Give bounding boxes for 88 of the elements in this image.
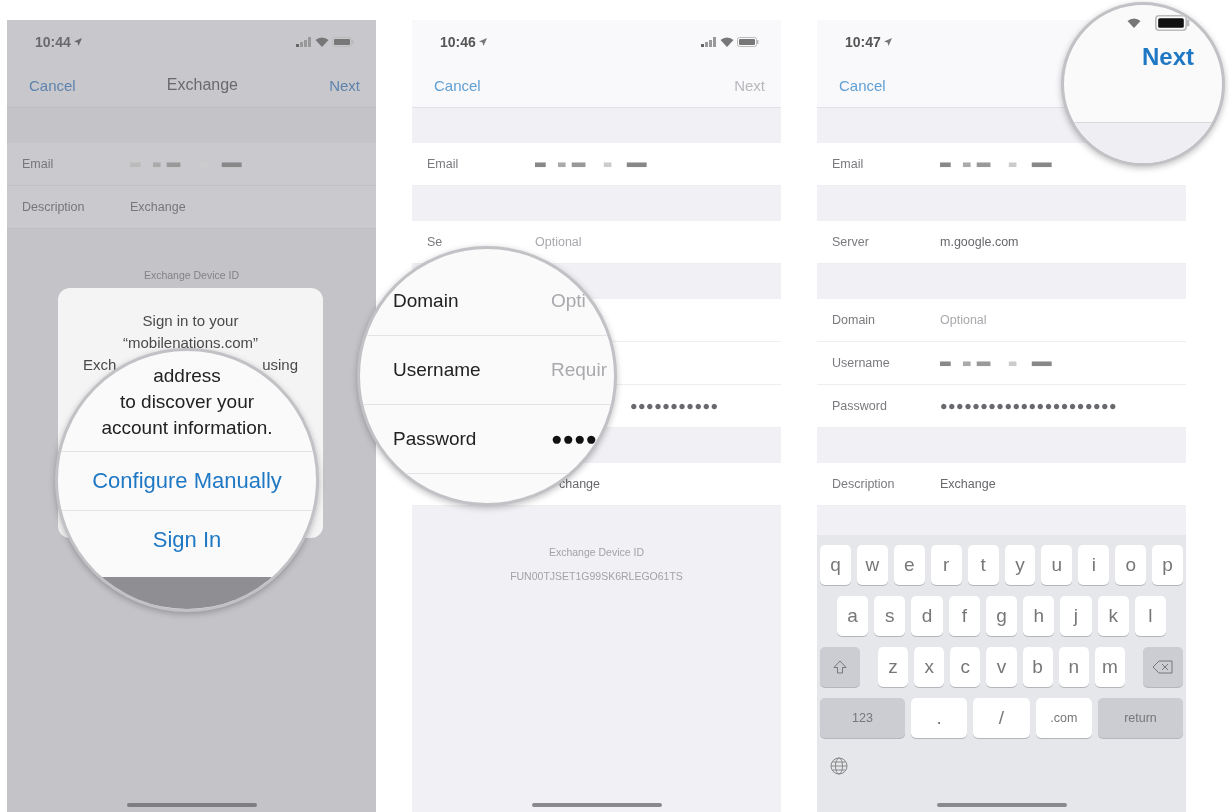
field-label: Username [393,359,482,381]
delete-icon [1152,659,1174,675]
letter-key[interactable]: k [1097,596,1129,636]
signal-icon [701,36,717,47]
cancel-button[interactable]: Cancel [434,76,481,94]
status-time: 10:44 [35,33,71,50]
letter-key[interactable]: i [1078,545,1110,585]
location-arrow-icon [883,37,892,46]
letter-key[interactable]: y [1004,545,1036,585]
letter-key[interactable]: p [1152,545,1184,585]
field-label: Username [832,356,890,370]
field-label: Domain [832,313,876,327]
letter-key[interactable]: l [1134,596,1166,636]
letter-key[interactable]: z [878,647,909,687]
shift-icon [832,659,848,675]
location-arrow-icon [478,37,487,46]
field-label: Password [832,399,887,413]
field-label: Email [427,157,459,171]
wifi-icon [720,36,734,47]
alert-action[interactable]: Configure Manually [58,451,316,510]
alert-message: Exch [83,355,117,375]
password-dots[interactable]: ●●●●●●●●●●● [630,399,719,413]
footer-text: FUN00TJSET1G99SK6RLEGO61TS [510,570,683,582]
alert-message: using [262,355,298,375]
field-label: Server [832,235,869,249]
alert-message: “mobilenations.com” [122,333,259,353]
letter-key[interactable]: u [1041,545,1073,585]
letter-key[interactable]: o [1115,545,1147,585]
next-button[interactable]: Next [1141,43,1194,71]
keyboard-key[interactable]: .com [1035,698,1092,738]
wifi-icon [315,36,329,47]
field-label: Description [22,200,85,214]
password-dots[interactable]: ●●●● [551,428,597,450]
field-label: Description [832,477,895,491]
cancel-button[interactable]: Cancel [839,76,886,94]
alert-action[interactable]: Sign In [58,510,316,569]
battery-icon [737,36,759,47]
alert-message: account information. [101,416,273,440]
next-button[interactable]: Next [329,76,360,94]
status-time: 10:47 [845,33,881,50]
keyboard-key[interactable]: 123 [820,698,905,738]
field-label: Email [22,157,54,171]
letter-key[interactable]: j [1060,596,1092,636]
letter-key[interactable]: a [837,596,869,636]
field-value[interactable]: Exchange [940,477,996,491]
letter-key[interactable]: v [986,647,1017,687]
globe-icon[interactable] [830,757,848,775]
keyboard-key[interactable]: . [911,698,968,738]
alert-message: to discover your [119,390,255,414]
letter-key[interactable]: h [1023,596,1055,636]
letter-key[interactable]: t [967,545,999,585]
wifi-icon [1126,18,1141,28]
field-label: Password [393,428,478,450]
footer-text: Exchange Device ID [548,546,645,558]
letter-key[interactable]: f [948,596,980,636]
field-value[interactable]: m.google.com [940,235,1019,249]
field-label: Email [832,157,864,171]
letter-key[interactable]: g [985,596,1018,636]
letter-key[interactable]: d [911,596,943,636]
cancel-button[interactable]: Cancel [29,76,76,94]
battery-icon [1154,15,1190,31]
letter-key[interactable]: x [914,647,945,687]
letter-key[interactable]: c [950,647,981,687]
field-placeholder[interactable]: Opti [551,290,586,312]
letter-key[interactable]: b [1022,647,1053,687]
keyboard-key[interactable]: return [1098,698,1183,738]
alert-message: Sign in to your [142,311,239,331]
letter-key[interactable]: m [1094,647,1125,687]
battery-icon [332,36,354,47]
password-dots[interactable]: ●●●●●●●●●●●●●●●●●●●●●● [940,399,1118,413]
letter-key[interactable]: w [856,545,888,585]
location-arrow-icon [73,37,82,46]
signal-icon [296,36,312,47]
alert-message: address [153,364,221,388]
letter-key[interactable]: s [874,596,906,636]
nav-title: Exchange [166,76,238,94]
letter-key[interactable]: n [1058,647,1089,687]
field-value[interactable]: change [559,477,600,491]
letter-key[interactable]: e [893,545,925,585]
keyboard-key[interactable]: / [973,698,1030,738]
field-label: Se [427,235,443,249]
letter-key[interactable]: q [820,545,851,585]
field-label: Domain [393,290,460,312]
shift-key[interactable] [820,647,860,687]
delete-key[interactable] [1143,647,1183,687]
letter-key[interactable]: r [930,545,962,585]
status-time: 10:46 [440,33,476,50]
footer-text: Exchange Device ID [143,269,240,281]
